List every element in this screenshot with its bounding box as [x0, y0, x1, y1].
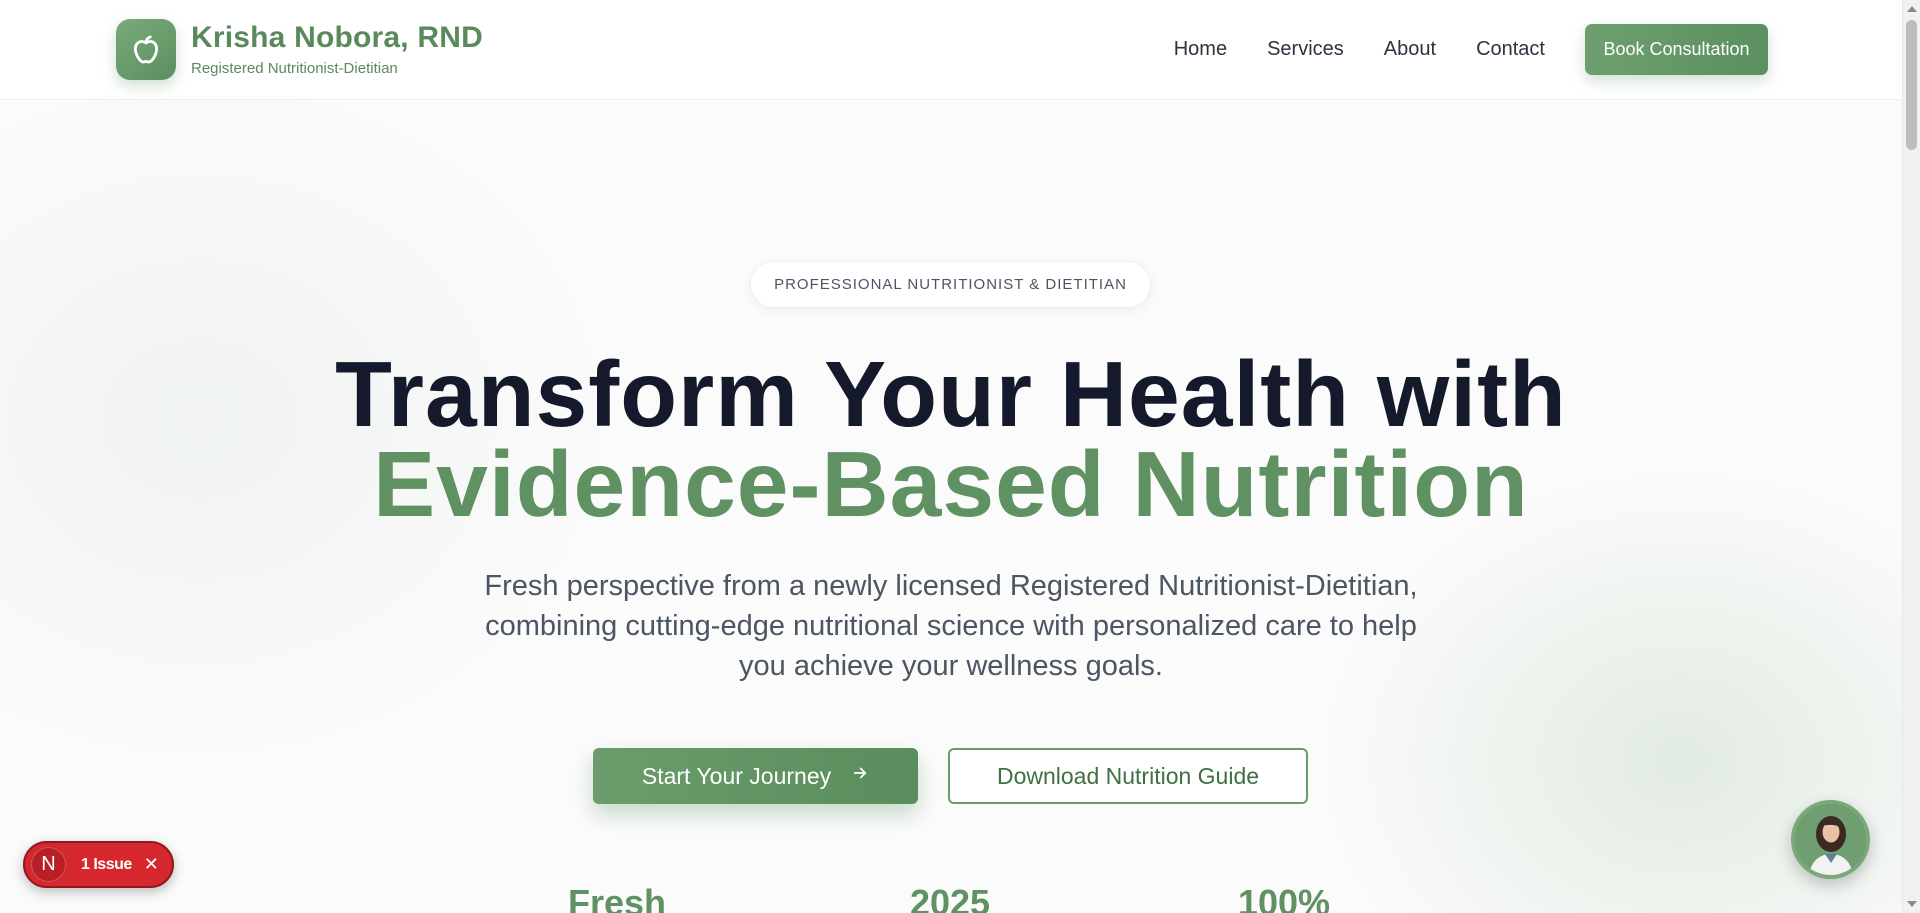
scroll-up-arrow-icon[interactable] [1907, 6, 1917, 12]
start-journey-button[interactable]: Start Your Journey [593, 748, 918, 804]
hero-eyebrow-badge: PROFESSIONAL NUTRITIONIST & DIETITIAN [750, 261, 1151, 308]
nav-about[interactable]: About [1384, 38, 1436, 61]
issues-badge[interactable]: N 1 Issue ✕ [23, 841, 174, 888]
stat-value-percent: 100% [1237, 882, 1331, 913]
issue-logo: N [31, 847, 66, 882]
brand-text: Krisha Nobora, RND Registered Nutritioni… [191, 22, 483, 77]
page-scrollbar[interactable] [1902, 0, 1920, 913]
start-journey-label: Start Your Journey [641, 762, 832, 789]
main-nav: Home Services About Contact Book Consult… [1174, 24, 1768, 75]
nav-services[interactable]: Services [1267, 38, 1344, 61]
nav-contact[interactable]: Contact [1476, 38, 1545, 61]
hero-headline-line2: Evidence-Based Nutrition [373, 432, 1529, 536]
apple-icon [116, 19, 176, 80]
site-header: Krisha Nobora, RND Registered Nutritioni… [0, 0, 1902, 100]
scroll-down-arrow-icon[interactable] [1907, 901, 1917, 907]
hero-headline-line1: Transform Your Health with [335, 342, 1567, 446]
stat-value-fresh: Fresh [567, 882, 667, 913]
hero-lead-text: Fresh perspective from a newly licensed … [484, 570, 1418, 682]
close-icon[interactable]: ✕ [144, 854, 159, 875]
nav-home[interactable]: Home [1174, 38, 1227, 61]
brand[interactable]: Krisha Nobora, RND Registered Nutritioni… [116, 19, 483, 80]
scrollbar-thumb[interactable] [1906, 20, 1917, 150]
brand-name: Krisha Nobora, RND [191, 21, 483, 55]
issue-count-label: 1 Issue [81, 855, 132, 873]
download-guide-button[interactable]: Download Nutrition Guide [948, 748, 1308, 804]
page: Krisha Nobora, RND Registered Nutritioni… [0, 0, 1902, 913]
stat-value-year: 2025 [909, 882, 991, 913]
brand-subtitle: Registered Nutritionist-Dietitian [191, 59, 398, 77]
nutritionist-avatar-icon[interactable] [1791, 800, 1870, 879]
book-consultation-button[interactable]: Book Consultation [1585, 24, 1768, 75]
arrow-right-icon [851, 764, 869, 788]
